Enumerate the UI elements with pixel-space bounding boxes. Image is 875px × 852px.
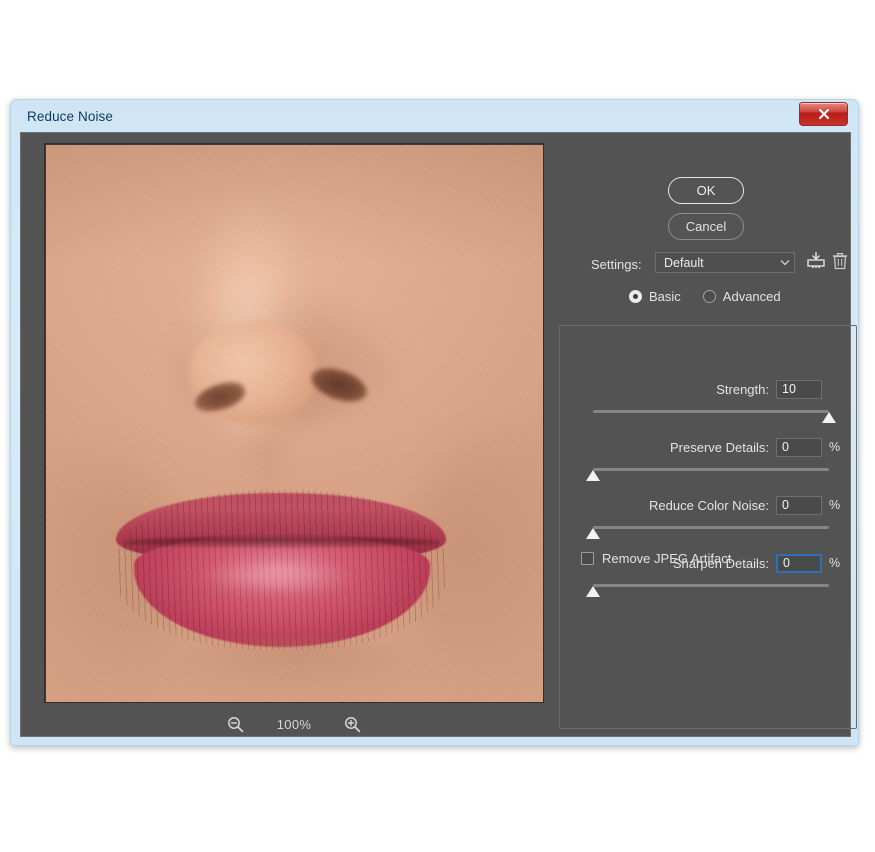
slider-reduce-color-noise-track-wrap (586, 523, 829, 539)
slider-reduce-color-noise-header: Reduce Color Noise: 0 % (551, 495, 841, 515)
slider-strength-handle[interactable] (822, 412, 836, 423)
mode-radio-group: Basic Advanced (629, 289, 781, 304)
close-button[interactable] (799, 102, 848, 126)
remove-jpeg-artifact-checkbox[interactable] (581, 552, 594, 565)
zoom-in-magnifier-icon (345, 716, 361, 732)
slider-preserve-details-header: Preserve Details: 0 % (551, 437, 841, 457)
slider-sharpen-details-track[interactable] (593, 584, 829, 587)
slider-reduce-color-noise-unit: % (829, 498, 841, 512)
zoom-out-button[interactable] (227, 716, 244, 733)
settings-dropdown-value: Default (664, 255, 704, 270)
slider-preserve-details-unit: % (829, 440, 841, 454)
basic-radio-label: Basic (649, 289, 681, 304)
zoom-out-magnifier-icon (228, 716, 244, 732)
controls-column: OK Cancel Preview Basic Advanced Setting (551, 143, 857, 729)
save-settings-icon[interactable] (806, 251, 826, 271)
slider-sharpen-details-input[interactable]: 0 (776, 553, 822, 573)
cancel-button[interactable]: Cancel (668, 213, 744, 240)
zoom-controls: 100% (44, 711, 544, 737)
window-title: Reduce Noise (27, 109, 113, 124)
slider-strength-input[interactable]: 10 (776, 379, 822, 399)
slider-preserve-details-handle[interactable] (586, 470, 600, 481)
slider-sharpen-details-unit: % (829, 556, 841, 570)
reduce-noise-dialog-window: Reduce Noise 100% OK Cancel Basic Advanc… (10, 99, 859, 746)
chevron-down-icon (776, 259, 794, 266)
advanced-radio-button[interactable] (702, 290, 716, 303)
settings-dropdown[interactable]: Default (655, 252, 795, 273)
slider-strength-header: Strength: 10 (551, 379, 841, 399)
basic-radio-button[interactable] (629, 290, 642, 303)
slider-strength-track[interactable] (593, 410, 829, 413)
slider-strength-track-wrap (593, 407, 836, 423)
remove-jpeg-artifact-label: Remove JPEG Artifact (602, 551, 732, 566)
preview-image[interactable] (46, 145, 543, 702)
slider-strength-label: Strength: (716, 381, 769, 397)
dialog-body: 100% OK Cancel Preview Ba (20, 132, 857, 737)
slider-reduce-color-noise-input[interactable]: 0 (776, 495, 822, 515)
slider-preserve-details-track-wrap (586, 465, 829, 481)
slider-sharpen-details-track-wrap (586, 581, 829, 597)
ok-button[interactable]: OK (668, 177, 744, 204)
slider-sharpen-details-handle[interactable] (586, 586, 600, 597)
advanced-radio-label: Advanced (722, 289, 781, 304)
settings-label: Settings: (591, 257, 642, 272)
radio-basic[interactable]: Basic (629, 289, 681, 304)
radio-advanced[interactable]: Advanced (702, 289, 781, 304)
remove-jpeg-artifact-row[interactable]: Remove JPEG Artifact (581, 551, 731, 566)
slider-preserve-details-track[interactable] (593, 468, 829, 471)
zoom-in-button[interactable] (344, 716, 361, 733)
trash-can-icon[interactable] (831, 251, 849, 271)
slider-reduce-color-noise-label: Reduce Color Noise: (649, 497, 769, 513)
zoom-level-label: 100% (276, 716, 312, 732)
slider-preserve-details-label: Preserve Details: (670, 439, 769, 455)
close-x-icon (818, 108, 829, 120)
slider-reduce-color-noise-track[interactable] (593, 526, 829, 529)
slider-reduce-color-noise-handle[interactable] (586, 528, 600, 539)
skin-texture-layer (46, 145, 543, 702)
preview-pane[interactable] (44, 143, 544, 703)
slider-preserve-details-input[interactable]: 0 (776, 437, 822, 457)
title-bar[interactable]: Reduce Noise (11, 100, 858, 134)
